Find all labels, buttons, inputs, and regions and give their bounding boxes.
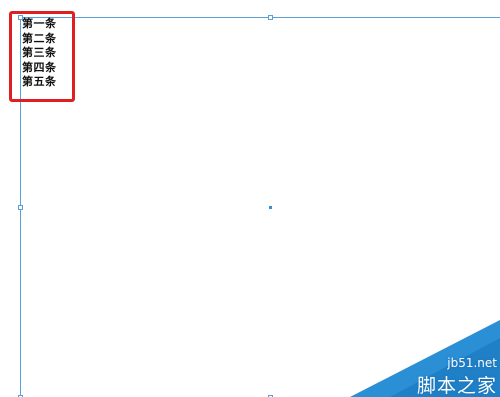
watermark-site-text: jb51.net: [447, 356, 497, 370]
text-frame-top-edge[interactable]: [20, 17, 500, 18]
frame-center-point[interactable]: [269, 206, 272, 209]
watermark-name-text: 脚本之家: [416, 375, 497, 397]
document-canvas: 第一条 第二条 第三条 第四条 第五条 jb51.net 脚本之家: [0, 0, 500, 397]
resize-handle-middle-left[interactable]: [18, 205, 23, 210]
watermark: jb51.net 脚本之家: [350, 320, 500, 397]
red-highlight-box: [9, 11, 75, 102]
resize-handle-top-middle[interactable]: [268, 15, 273, 20]
